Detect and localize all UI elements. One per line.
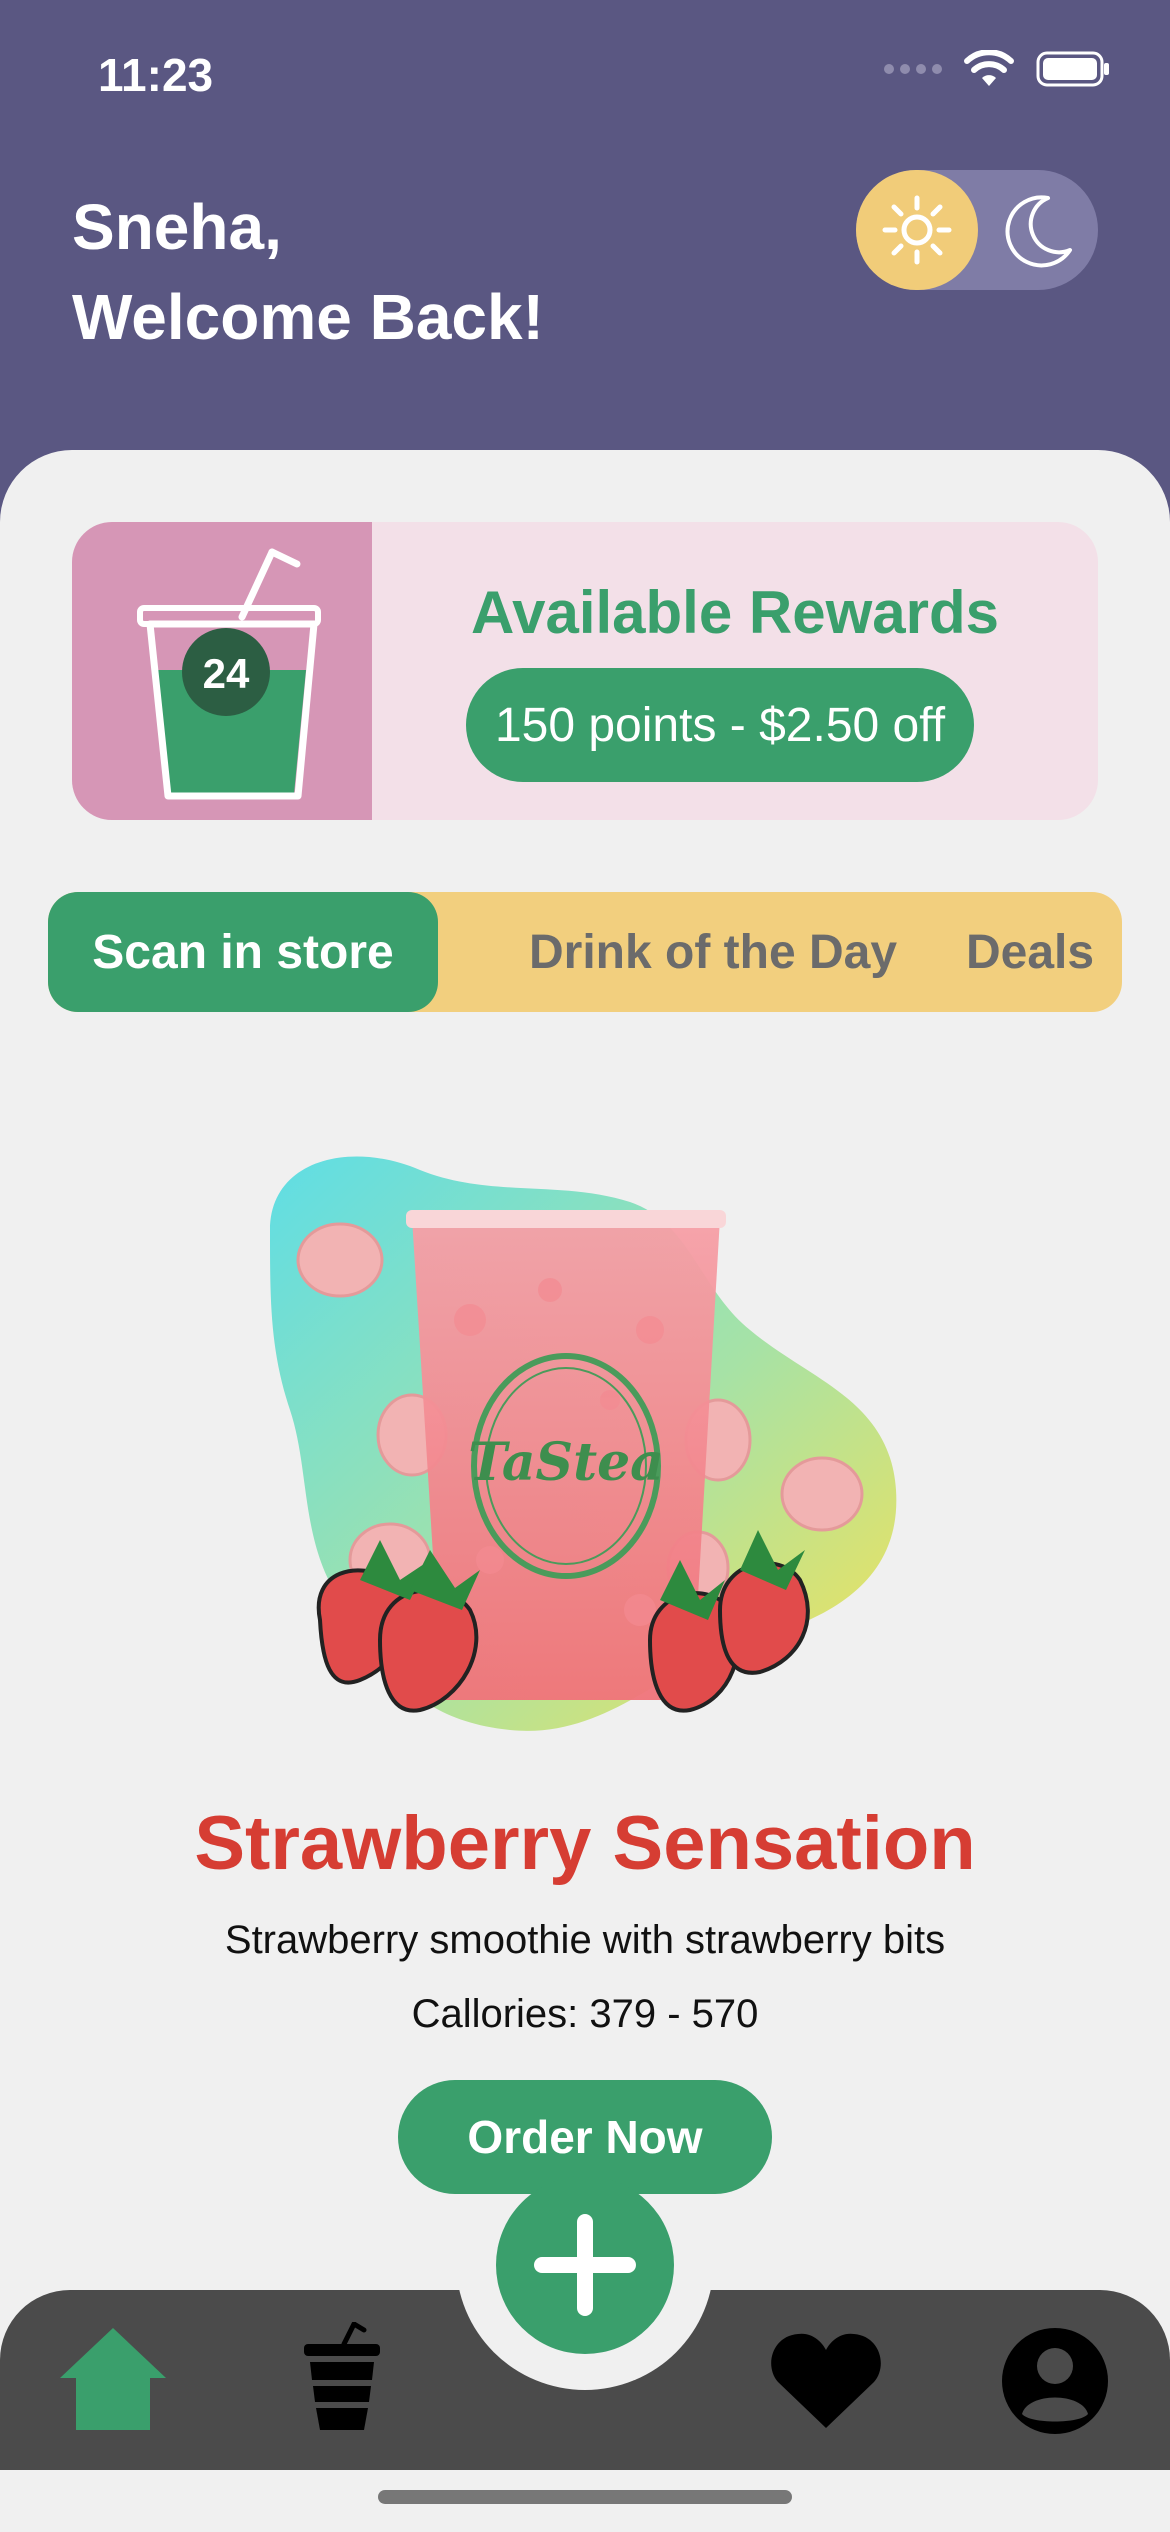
- tab-deals[interactable]: Deals: [938, 892, 1122, 1012]
- home-icon[interactable]: [58, 2322, 168, 2432]
- tab-scan-in-store[interactable]: Scan in store: [48, 892, 438, 1012]
- rewards-cup-icon: 24: [137, 548, 321, 800]
- theme-toggle[interactable]: [856, 170, 1098, 290]
- greeting: Sneha, Welcome Back!: [72, 182, 544, 362]
- status-time: 11:23: [98, 49, 214, 101]
- sun-icon: [882, 195, 952, 265]
- drink-description: Strawberry smoothie with strawberry bits: [224, 1918, 946, 1962]
- drink-calories: Callories: 379 - 570: [411, 1992, 759, 2036]
- header: 11:23 Sneha, Welcome Back!: [0, 0, 1170, 470]
- drink-name: Strawberry Sensation: [194, 1801, 976, 1886]
- cup-logo-text: TaStea: [468, 1432, 664, 1493]
- toggle-knob: [856, 170, 978, 290]
- drink-icon[interactable]: [298, 2322, 388, 2432]
- rewards-title: Available Rewards: [470, 579, 1000, 646]
- points-badge[interactable]: 150 points - $2.50 off: [466, 668, 974, 782]
- home-indicator[interactable]: [378, 2490, 792, 2504]
- drink-image: TaStea: [270, 1156, 897, 1731]
- cup-count: 24: [203, 650, 250, 697]
- greeting-name: Sneha,: [72, 191, 282, 263]
- battery-icon: [1036, 51, 1109, 87]
- greeting-welcome: Welcome Back!: [72, 281, 544, 353]
- add-icon: [534, 2214, 636, 2316]
- tab-drink-of-the-day[interactable]: Drink of the Day: [488, 892, 938, 1012]
- signal-icon: [884, 64, 942, 74]
- add-button[interactable]: [496, 2176, 674, 2354]
- rewards-card[interactable]: 24 Available Rewards 150 points - $2.50 …: [72, 522, 1098, 820]
- moon-icon: [1005, 195, 1072, 268]
- profile-icon[interactable]: [1000, 2326, 1110, 2436]
- status-icons: [884, 50, 1110, 88]
- segment-tabs: Scan in store Drink of the Day Deals: [48, 892, 1122, 1012]
- heart-icon[interactable]: [770, 2330, 882, 2430]
- rewards-cup-panel: 24: [72, 522, 372, 820]
- wifi-icon: [964, 50, 1014, 86]
